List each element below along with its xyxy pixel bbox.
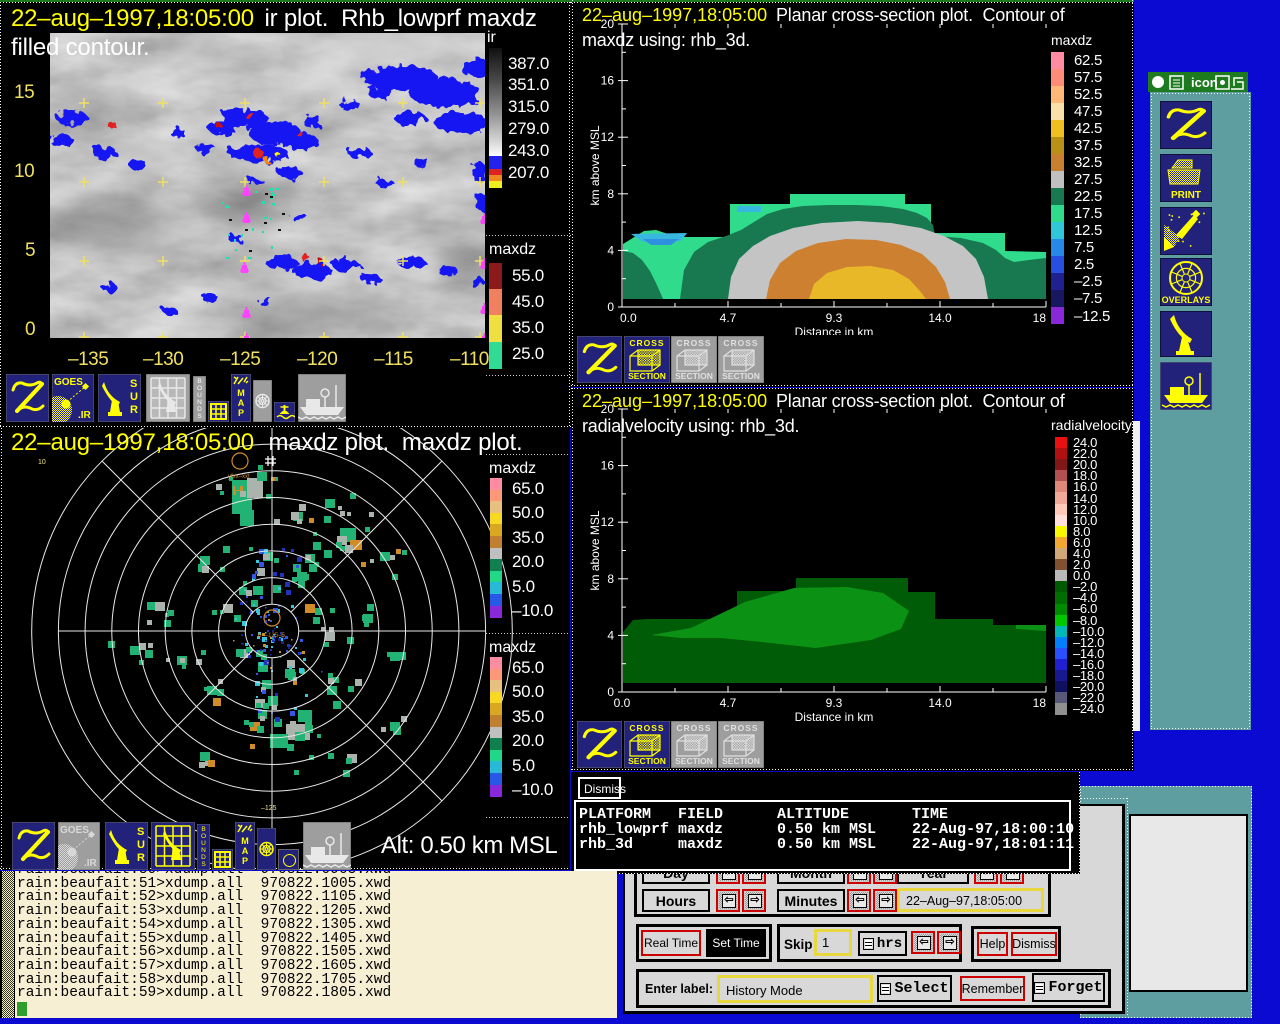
svg-text:4: 4 — [607, 243, 614, 257]
svg-text:O: O — [201, 833, 206, 840]
svg-text:.IR: .IR — [78, 410, 92, 421]
svg-text:B: B — [197, 378, 201, 385]
svg-text:b<–125–5: b<–125–5 — [258, 633, 286, 639]
svg-text:–125: –125 — [261, 805, 277, 812]
svg-text:U: U — [137, 839, 145, 851]
svg-text:9.3: 9.3 — [826, 311, 843, 325]
svg-text:D: D — [201, 854, 206, 861]
svg-text:14.0: 14.0 — [928, 311, 952, 325]
svg-text:N: N — [197, 399, 202, 406]
svg-text:18: 18 — [1033, 311, 1047, 325]
svg-text:4.7: 4.7 — [720, 696, 737, 710]
svg-text:12: 12 — [601, 515, 615, 529]
svg-text:20: 20 — [601, 402, 615, 416]
svg-text:CROSS: CROSS — [676, 338, 711, 348]
svg-text:0.0: 0.0 — [620, 311, 637, 325]
svg-text:U: U — [197, 392, 202, 399]
svg-text:12: 12 — [601, 130, 615, 144]
svg-text:S: S — [137, 826, 144, 838]
svg-text:Distance in km: Distance in km — [795, 325, 874, 335]
svg-text:SECTION: SECTION — [675, 756, 713, 766]
svg-text:CROSS: CROSS — [723, 338, 758, 348]
svg-text:yfxx–xxt: yfxx–xxt — [228, 474, 250, 480]
svg-text:P: P — [238, 408, 244, 418]
svg-text:0.0: 0.0 — [614, 696, 631, 710]
svg-text:16: 16 — [601, 459, 615, 473]
svg-text:U: U — [201, 840, 206, 847]
svg-text:A: A — [242, 846, 249, 856]
svg-text:CROSS: CROSS — [676, 723, 711, 733]
svg-text:CROSS: CROSS — [723, 723, 758, 733]
svg-text:20: 20 — [601, 17, 615, 31]
svg-text:GOES: GOES — [54, 377, 83, 388]
svg-text:SECTION: SECTION — [722, 756, 760, 766]
svg-text:N: N — [201, 847, 206, 854]
svg-text:S: S — [197, 413, 202, 420]
svg-text:D: D — [197, 406, 202, 413]
svg-text:A: A — [238, 398, 245, 408]
svg-text:10: 10 — [38, 459, 46, 466]
svg-text:P: P — [242, 856, 248, 866]
svg-text:SECTION: SECTION — [628, 371, 666, 381]
svg-text:8: 8 — [607, 572, 614, 586]
svg-text:S: S — [201, 861, 206, 868]
svg-text:16: 16 — [601, 74, 615, 88]
svg-text:km above MSL: km above MSL — [588, 510, 602, 590]
svg-text:.IR: .IR — [84, 858, 98, 869]
svg-text:SECTION: SECTION — [722, 371, 760, 381]
svg-text:9.3: 9.3 — [826, 696, 843, 710]
svg-text:S: S — [130, 378, 137, 390]
svg-text:R: R — [137, 852, 145, 864]
svg-text:CROSS: CROSS — [629, 338, 664, 348]
svg-text:0: 0 — [607, 300, 614, 314]
svg-text:CROSS: CROSS — [629, 723, 664, 733]
svg-text:GOES: GOES — [60, 825, 89, 836]
svg-text:Distance in km: Distance in km — [795, 710, 874, 724]
svg-text:4.7: 4.7 — [720, 311, 737, 325]
svg-text:SECTION: SECTION — [675, 371, 713, 381]
svg-text:icon: icon — [1191, 75, 1218, 90]
svg-text:4: 4 — [607, 628, 614, 642]
svg-text:PRINT: PRINT — [1171, 190, 1201, 201]
svg-text:14.0: 14.0 — [928, 696, 952, 710]
svg-text:M: M — [241, 836, 249, 846]
svg-text:OVERLAYS: OVERLAYS — [1162, 295, 1211, 305]
svg-text:R: R — [130, 404, 138, 416]
svg-text:18: 18 — [1033, 696, 1047, 710]
svg-text:SECTION: SECTION — [628, 756, 666, 766]
svg-text:U: U — [130, 391, 138, 403]
svg-text:km above MSL: km above MSL — [588, 125, 602, 205]
svg-text:B: B — [201, 826, 205, 833]
svg-text:8: 8 — [607, 187, 614, 201]
svg-text:O: O — [197, 385, 202, 392]
svg-text:M: M — [237, 388, 245, 398]
